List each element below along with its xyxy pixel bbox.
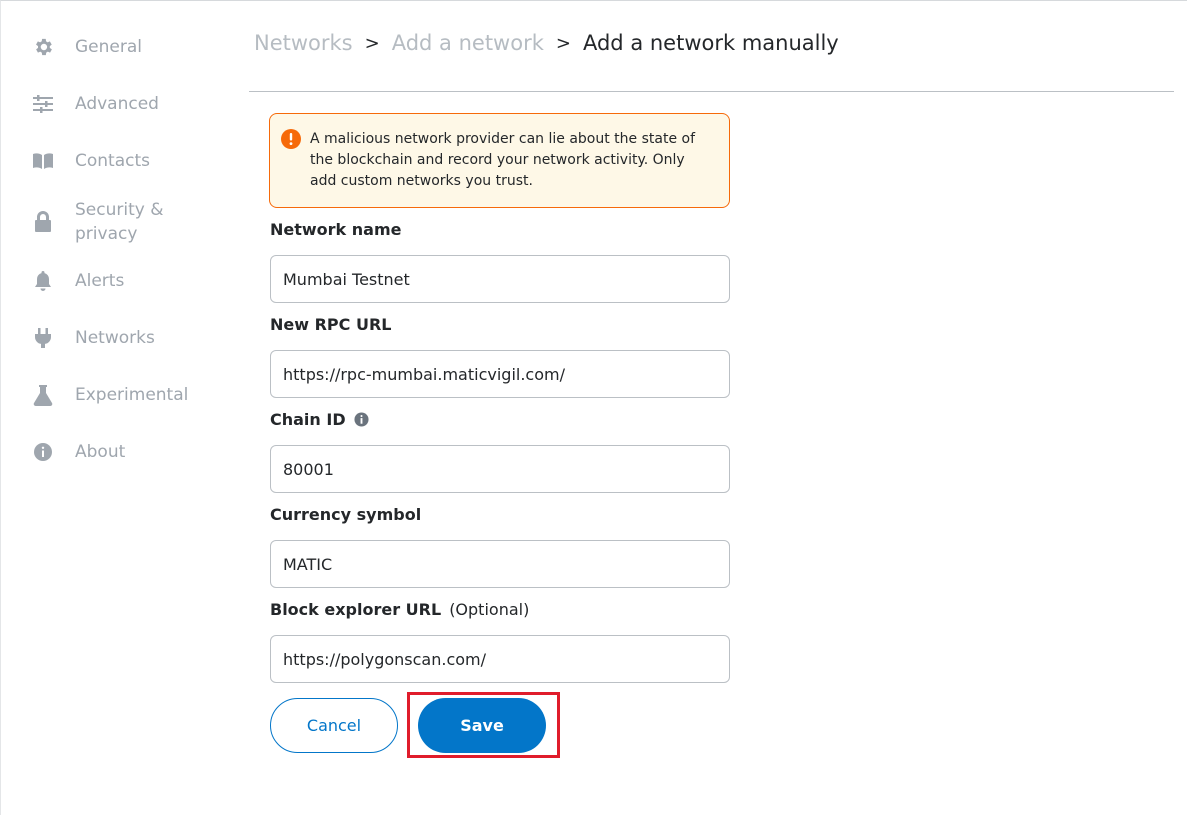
page-title: Add a network manually	[582, 31, 839, 55]
sidebar-item-label: Security & privacy	[75, 200, 164, 244]
chain-id-label: Chain ID	[270, 410, 369, 429]
chain-id-label-text: Chain ID	[270, 410, 346, 429]
plug-icon	[31, 326, 55, 350]
book-icon	[31, 149, 55, 173]
sidebar-item-label: Experimental	[75, 385, 189, 405]
network-name-label: Network name	[270, 220, 401, 239]
currency-symbol-label: Currency symbol	[270, 505, 421, 524]
block-explorer-label-text: Block explorer URL	[270, 600, 442, 619]
bell-icon	[31, 269, 55, 293]
warning-icon	[281, 129, 301, 149]
warning-banner: A malicious network provider can lie abo…	[269, 113, 730, 208]
sidebar-item-contacts[interactable]: Contacts	[31, 149, 150, 173]
block-explorer-input[interactable]	[270, 635, 730, 683]
sidebar-item-label: Contacts	[75, 151, 150, 171]
settings-sidebar: General Advanced Contacts Security & pri…	[1, 1, 231, 815]
breadcrumb-networks[interactable]: Networks	[254, 31, 353, 55]
sliders-icon	[31, 92, 55, 116]
currency-symbol-input[interactable]	[270, 540, 730, 588]
sidebar-item-label: Advanced	[75, 94, 159, 114]
currency-symbol-label-text: Currency symbol	[270, 505, 422, 524]
block-explorer-label: Block explorer URL (Optional)	[270, 600, 529, 619]
network-name-label-text: Network name	[270, 220, 402, 239]
breadcrumb-separator: >	[555, 32, 571, 54]
chain-id-input[interactable]	[270, 445, 730, 493]
sidebar-item-experimental[interactable]: Experimental	[31, 383, 188, 407]
sidebar-item-alerts[interactable]: Alerts	[31, 269, 124, 293]
sidebar-item-general[interactable]: General	[31, 35, 142, 59]
sidebar-item-label: Alerts	[75, 271, 125, 291]
sidebar-item-about[interactable]: About	[31, 440, 125, 464]
sidebar-item-advanced[interactable]: Advanced	[31, 92, 159, 116]
rpc-url-label: New RPC URL	[270, 315, 391, 334]
network-name-input[interactable]	[270, 255, 730, 303]
flask-icon	[31, 383, 55, 407]
cancel-button[interactable]: Cancel	[270, 698, 398, 753]
breadcrumb-add-network[interactable]: Add a network	[392, 31, 544, 55]
breadcrumb-separator: >	[364, 32, 380, 54]
header-divider	[249, 91, 1174, 92]
sidebar-item-networks[interactable]: Networks	[31, 326, 155, 350]
settings-page: General Advanced Contacts Security & pri…	[0, 0, 1187, 815]
lock-icon	[31, 210, 55, 234]
rpc-url-label-text: New RPC URL	[270, 315, 392, 334]
info-icon	[31, 440, 55, 464]
sidebar-item-label: Networks	[75, 328, 155, 348]
sidebar-item-label: General	[75, 37, 142, 57]
breadcrumb: Networks > Add a network > Add a network…	[254, 31, 839, 55]
warning-text: A malicious network provider can lie abo…	[310, 131, 695, 189]
gear-icon	[31, 35, 55, 59]
chain-id-info-icon[interactable]	[354, 412, 369, 427]
rpc-url-input[interactable]	[270, 350, 730, 398]
optional-tag: (Optional)	[449, 600, 530, 619]
save-button[interactable]: Save	[418, 698, 546, 753]
sidebar-item-label: About	[75, 442, 126, 462]
sidebar-item-security[interactable]: Security & privacy	[31, 198, 185, 246]
